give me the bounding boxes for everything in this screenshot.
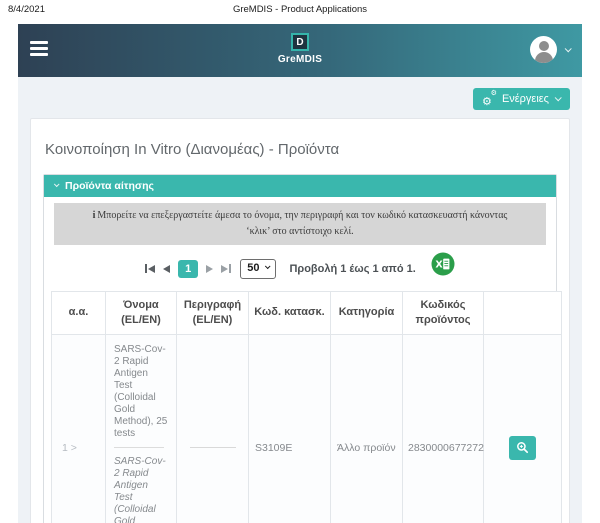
info-icon: i xyxy=(93,210,96,221)
previous-page-button[interactable] xyxy=(163,265,170,273)
brand-name: GreMDIS xyxy=(278,54,322,65)
row-product-code-cell: 2830000677272 xyxy=(403,334,484,523)
row-index-cell[interactable]: 1 > xyxy=(52,334,106,523)
last-page-button[interactable] xyxy=(221,264,231,273)
description-divider xyxy=(190,447,236,448)
last-page-icon xyxy=(221,265,228,273)
print-page-title: GreMDIS - Product Applications xyxy=(8,4,592,15)
chevron-down-icon xyxy=(265,263,271,269)
page-size-value: 50 xyxy=(247,262,259,274)
actions-row: ⚙⚙ Ενέργειες xyxy=(30,88,570,110)
actions-dropdown-button[interactable]: ⚙⚙ Ενέργειες xyxy=(473,88,570,110)
header-manufacturer-code: Κωδ. κατασκ. xyxy=(249,292,331,335)
panel-title: Προϊόντα αίτησης xyxy=(65,180,154,192)
row-actions-cell xyxy=(484,334,562,523)
products-table: α.α. Όνομα (EL/EN) Περιγραφή (EL/EN) Κωδ… xyxy=(51,291,562,523)
product-name-en[interactable]: SARS-Cov-2 Rapid Antigen Test (Colloidal… xyxy=(114,456,168,523)
table-row: 1 > SARS-Cov-2 Rapid Antigen Test (Collo… xyxy=(52,334,562,523)
products-panel: Προϊόντα αίτησης iΜπορείτε να επεξεργαστ… xyxy=(43,174,557,523)
chevron-down-icon xyxy=(54,181,60,187)
next-page-icon xyxy=(206,265,213,273)
header-index: α.α. xyxy=(52,292,106,335)
user-menu[interactable] xyxy=(530,36,570,63)
user-avatar xyxy=(530,36,557,63)
header-name: Όνομα (EL/EN) xyxy=(106,292,177,335)
header-description: Περιγραφή (EL/EN) xyxy=(177,292,249,335)
table-header-row: α.α. Όνομα (EL/EN) Περιγραφή (EL/EN) Κωδ… xyxy=(52,292,562,335)
app-window: D GreMDIS ⚙⚙ Ενέργειες Κοινοποίηση In Vi… xyxy=(18,24,582,523)
svg-text:X: X xyxy=(435,260,443,271)
first-page-icon xyxy=(148,265,155,273)
export-excel-button[interactable]: X xyxy=(431,252,455,279)
gears-icon: ⚙⚙ xyxy=(482,92,496,105)
view-details-button[interactable] xyxy=(509,436,536,460)
info-text: Μπορείτε να επεξεργαστείτε άμεσα το όνομ… xyxy=(97,210,507,237)
next-page-button[interactable] xyxy=(206,265,213,273)
zoom-magnifier-icon xyxy=(516,441,529,454)
row-description-cell[interactable] xyxy=(177,334,249,523)
row-category-cell: Άλλο προϊόν xyxy=(331,334,403,523)
pagination-bar: 1 50 Προβολή 1 έως 1 από 1 xyxy=(51,245,549,289)
row-manufacturer-code-cell[interactable]: S3109E xyxy=(249,334,331,523)
page-size-select[interactable]: 50 xyxy=(240,259,276,279)
info-message: iΜπορείτε να επεξεργαστείτε άμεσα το όνο… xyxy=(54,203,546,245)
previous-page-icon xyxy=(163,265,170,273)
row-name-cell[interactable]: SARS-Cov-2 Rapid Antigen Test (Colloidal… xyxy=(106,334,177,523)
product-name-el[interactable]: SARS-Cov-2 Rapid Antigen Test (Colloidal… xyxy=(114,344,168,440)
pagination-summary: Προβολή 1 έως 1 από 1. xyxy=(289,263,415,275)
main-content: ⚙⚙ Ενέργειες Κοινοποίηση In Vitro (Διανο… xyxy=(18,77,582,523)
brand-logo[interactable]: D GreMDIS xyxy=(18,33,582,65)
top-navigation-bar: D GreMDIS xyxy=(18,24,582,77)
panel-body: iΜπορείτε να επεξεργαστείτε άμεσα το όνο… xyxy=(44,197,556,523)
chevron-down-icon xyxy=(555,94,562,101)
header-category: Κατηγορία xyxy=(331,292,403,335)
content-card: Κοινοποίηση In Vitro (Διανομέας) - Προϊό… xyxy=(30,118,570,523)
logo-d-icon: D xyxy=(291,33,309,51)
pager-controls: 1 xyxy=(145,260,231,278)
current-page-button[interactable]: 1 xyxy=(178,260,198,278)
actions-button-label: Ενέργειες xyxy=(502,93,549,105)
excel-icon: X xyxy=(431,252,455,276)
page-title: Κοινοποίηση In Vitro (Διανομέας) - Προϊό… xyxy=(43,133,557,174)
browser-print-header: 8/4/2021 GreMDIS - Product Applications xyxy=(8,4,592,18)
panel-header-collapse[interactable]: Προϊόντα αίτησης xyxy=(44,175,556,197)
header-product-code: Κωδικός προϊόντος xyxy=(403,292,484,335)
header-actions xyxy=(484,292,562,335)
name-divider xyxy=(114,447,164,448)
first-page-button[interactable] xyxy=(145,264,155,273)
